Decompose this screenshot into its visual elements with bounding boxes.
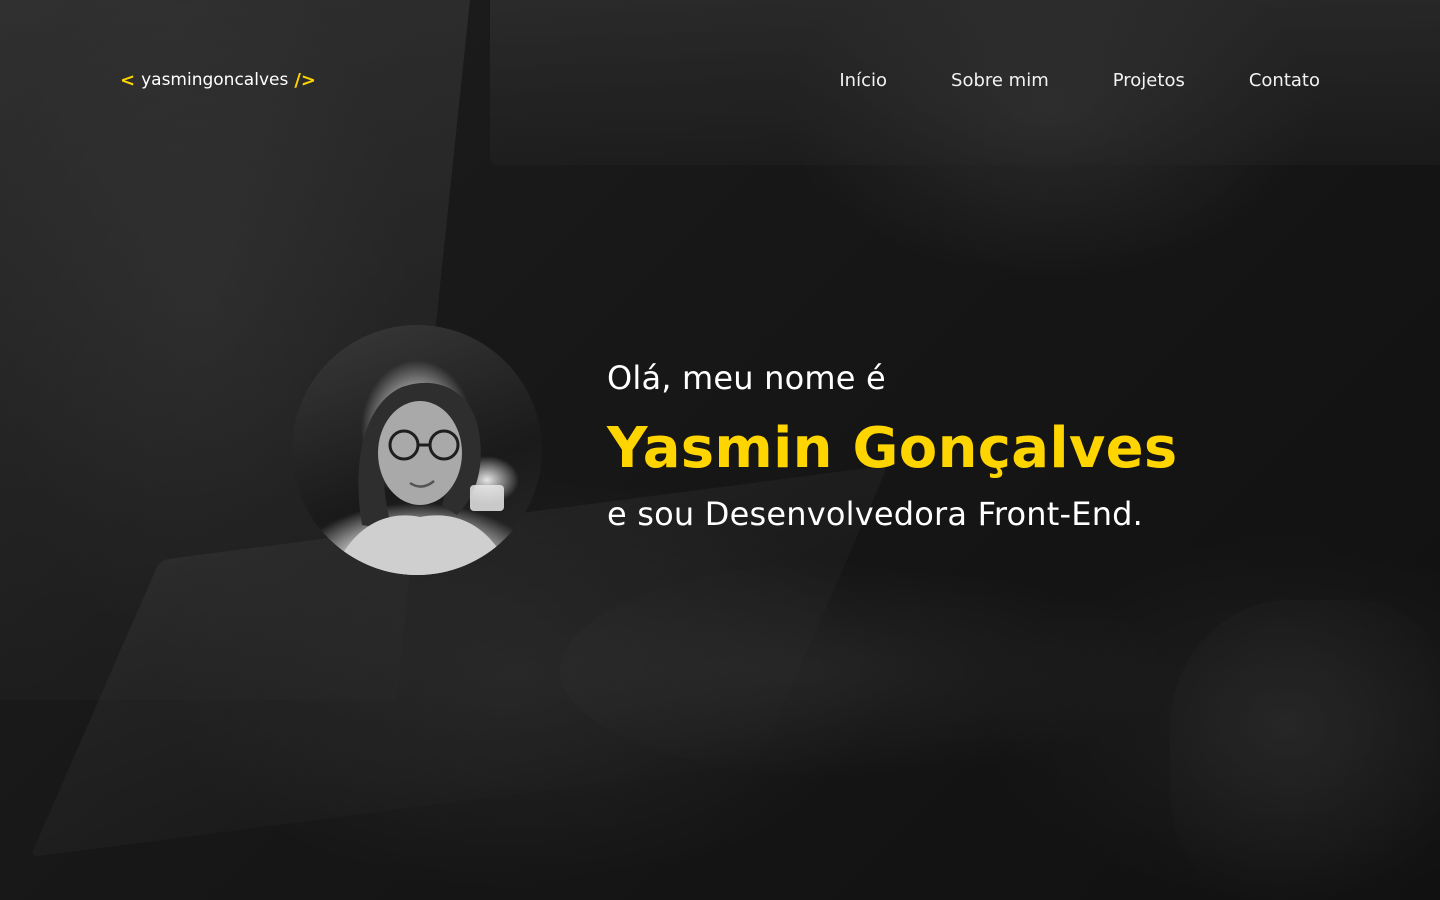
hero-section: < yasmingoncalves /> Início Sobre mim Pr… (0, 0, 1440, 900)
nav-link-sobre-mim[interactable]: Sobre mim (951, 70, 1049, 91)
profile-photo-icon (332, 382, 512, 575)
hero-role: e sou Desenvolvedora Front-End. (607, 495, 1144, 533)
logo-link[interactable]: < yasmingoncalves /> (120, 70, 316, 91)
logo-open-bracket: < (120, 69, 136, 91)
logo-close-bracket: /> (294, 69, 316, 91)
hero-text: Olá, meu nome é Yasmin Gonçalves e sou D… (607, 356, 1367, 536)
hero-greeting: Olá, meu nome é (607, 359, 886, 397)
nav-link-contato[interactable]: Contato (1249, 70, 1320, 91)
nav-link-projetos[interactable]: Projetos (1113, 70, 1185, 91)
top-navigation: < yasmingoncalves /> Início Sobre mim Pr… (120, 62, 1320, 98)
nav-links: Início Sobre mim Projetos Contato (839, 70, 1320, 91)
nav-link-inicio[interactable]: Início (839, 70, 887, 91)
logo-text: yasmingoncalves (141, 70, 289, 90)
hero-name: Yasmin Gonçalves (607, 416, 1178, 481)
avatar (292, 325, 542, 575)
